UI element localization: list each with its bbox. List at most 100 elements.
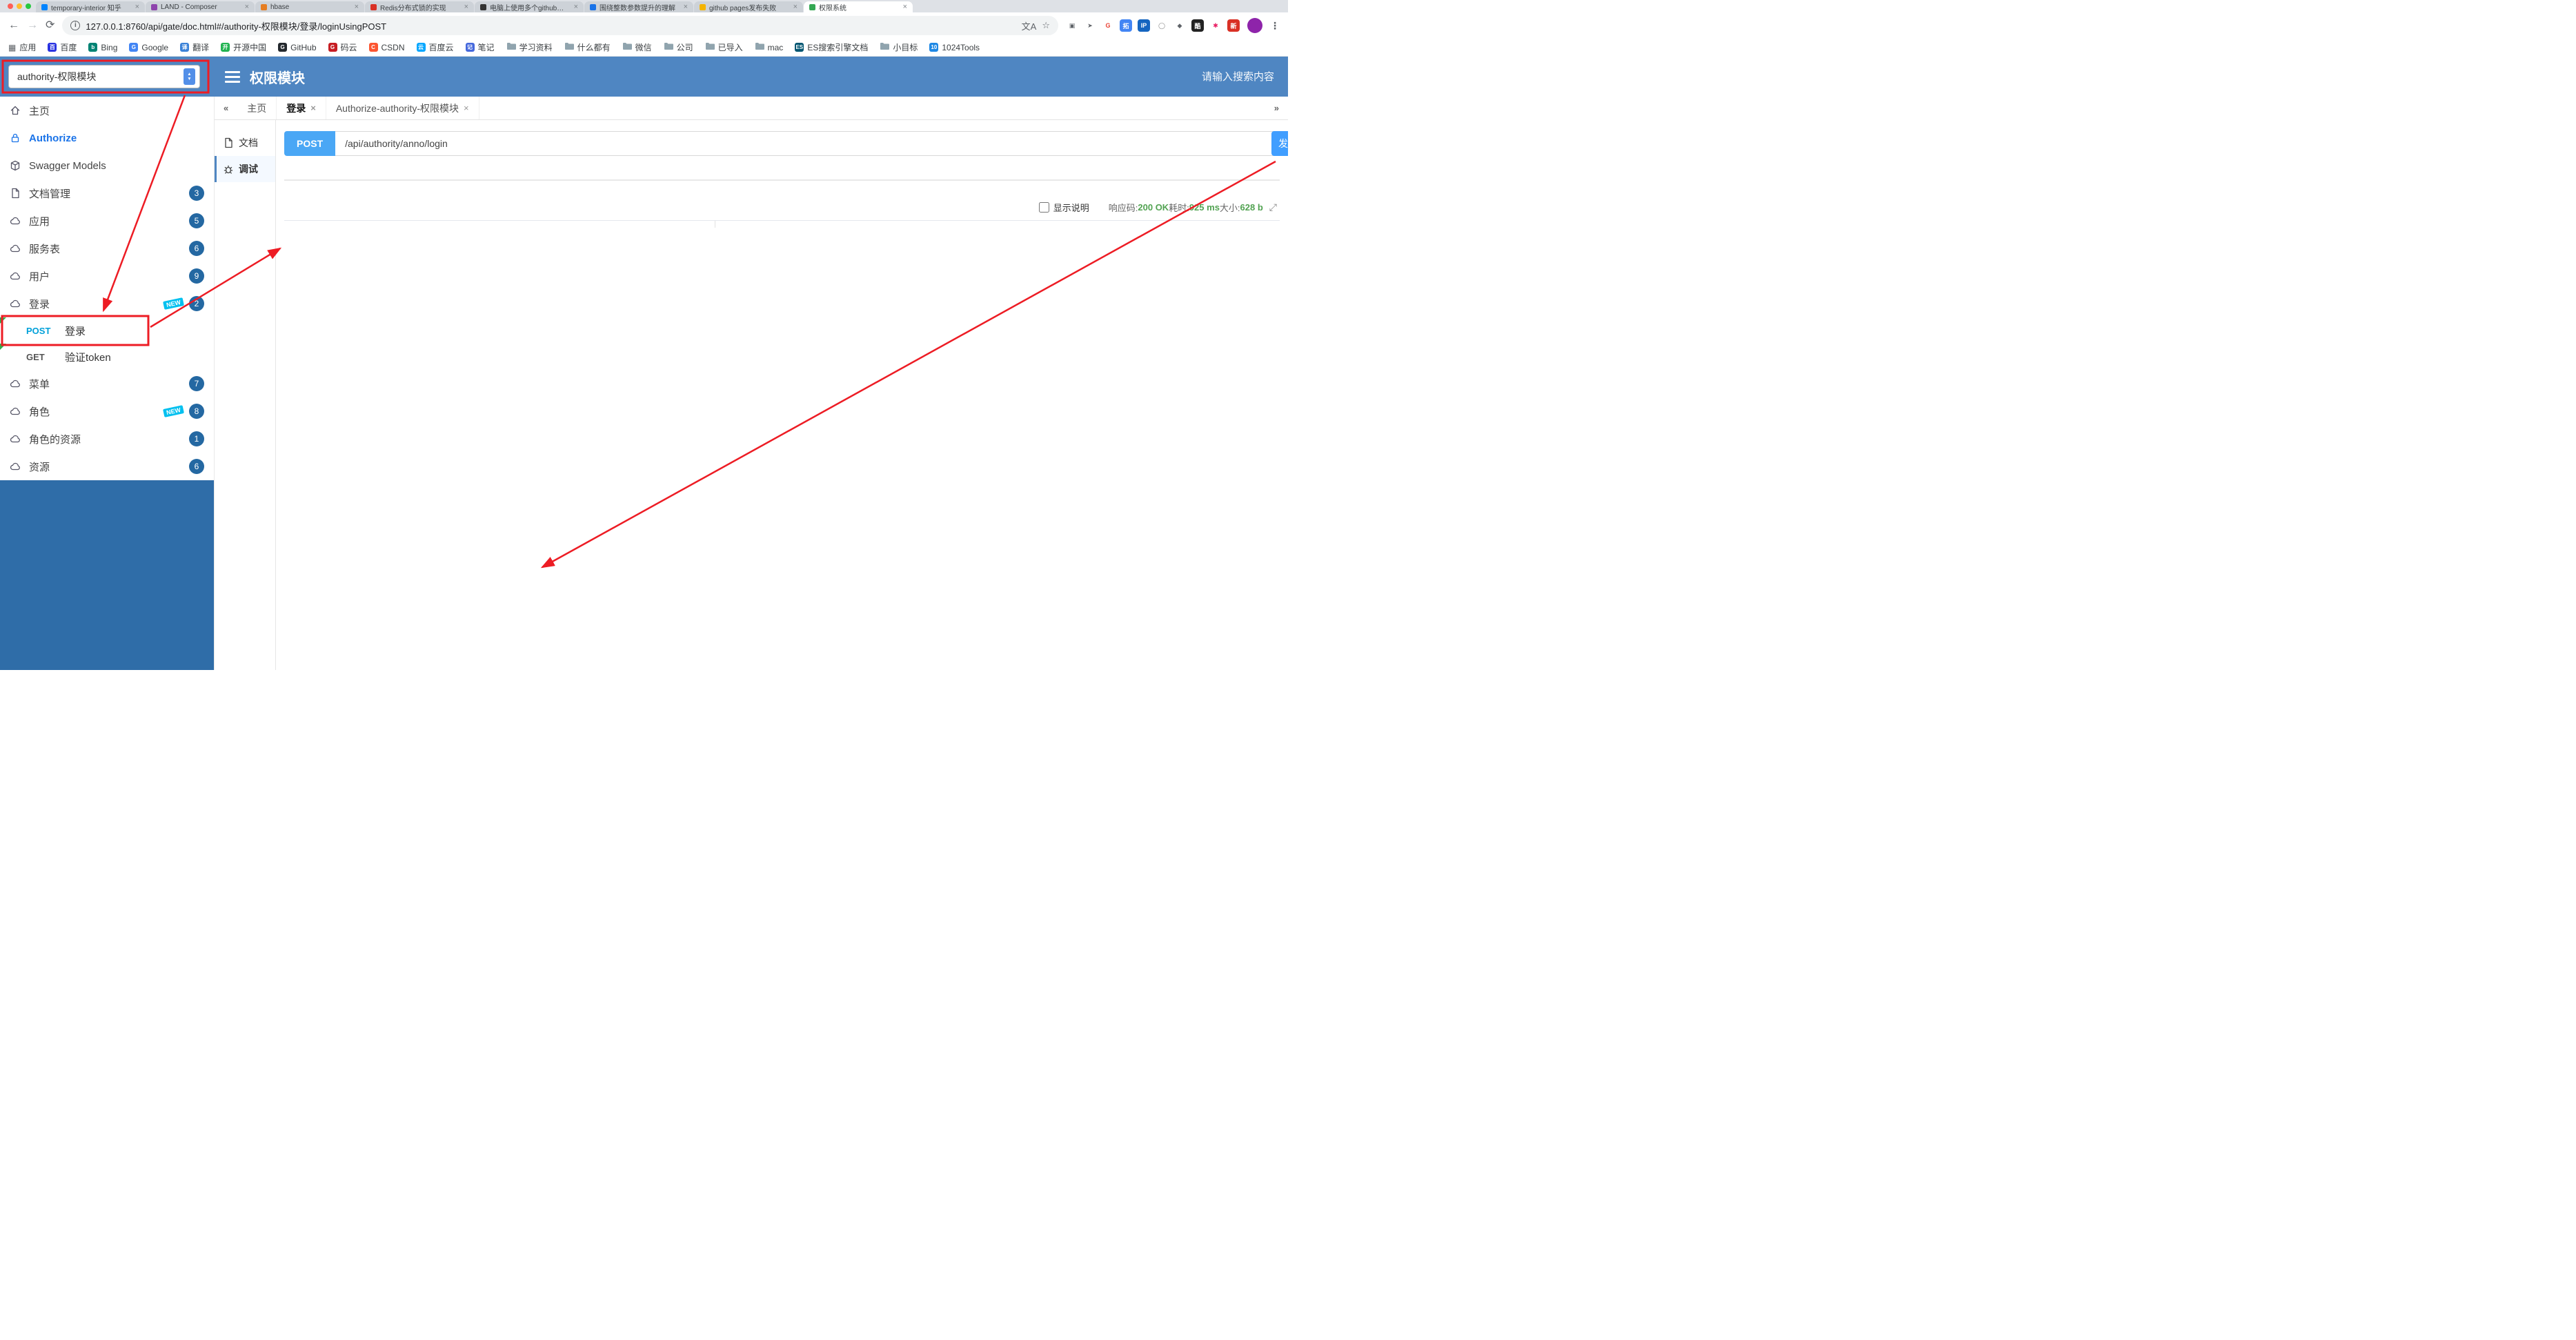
bookmark-item[interactable]: b Bing	[88, 43, 117, 52]
sidebar-item-菜单[interactable]: 菜单 7	[0, 370, 214, 397]
tab-close-icon[interactable]: ×	[793, 3, 797, 11]
tab-close-icon[interactable]: ×	[464, 3, 468, 11]
send-button[interactable]: 发送	[1271, 131, 1288, 156]
blue-ext-icon[interactable]: 拓	[1120, 19, 1132, 32]
browser-menu-icon[interactable]: ⋮	[1270, 20, 1280, 32]
shield-ext-icon[interactable]: ◆	[1173, 19, 1186, 32]
minimize-window-icon[interactable]	[17, 3, 22, 9]
cube-icon	[10, 160, 21, 171]
browser-tab[interactable]: hbase ×	[255, 1, 364, 12]
response-time-label: 耗时:	[1169, 203, 1189, 213]
bookmark-item[interactable]: 什么都有	[564, 41, 611, 53]
browser-tab[interactable]: Redis分布式锁的实现 ×	[365, 1, 474, 12]
folder-icon	[755, 42, 764, 52]
side-panel-icon[interactable]: ▣	[1066, 19, 1078, 32]
search-input[interactable]	[1117, 70, 1276, 83]
back-icon[interactable]: ←	[8, 20, 19, 31]
bookmark-item[interactable]: 公司	[664, 41, 693, 53]
sidebar-item-用户[interactable]: 用户 9	[0, 262, 214, 290]
tab-title: temporary-interior 知乎	[51, 4, 121, 12]
bookmark-item[interactable]: 学习资料	[506, 41, 553, 53]
bookmark-item[interactable]: mac	[755, 42, 783, 52]
page-title: 权限模块	[250, 70, 305, 86]
bookmark-item[interactable]: G GitHub	[278, 43, 317, 52]
bookmark-item[interactable]: 微信	[622, 41, 652, 53]
bookmark-item[interactable]: ▦ 应用	[8, 41, 36, 53]
bookmark-item[interactable]: 记笔记	[465, 41, 495, 53]
profile-avatar[interactable]	[1247, 18, 1262, 33]
browser-tab[interactable]: 围绕整数参数提升的理解 ×	[584, 1, 693, 12]
browser-tab[interactable]: github pages发布失败 ×	[694, 1, 803, 12]
collapse-sidebar-icon[interactable]: «	[215, 103, 237, 113]
bookmark-item[interactable]: 开开源中国	[221, 41, 266, 53]
fullscreen-icon[interactable]: ⤢	[1269, 201, 1277, 213]
sidebar-item-主页[interactable]: 主页	[0, 97, 214, 124]
sidebar-api-登录[interactable]: POST 登录	[0, 317, 214, 344]
browser-tab[interactable]: 电脑上使用多个github账号 ×	[475, 1, 584, 12]
bookmark-item[interactable]: ES ES搜索引擎文档	[795, 41, 868, 53]
tab-close-icon[interactable]: ×	[135, 3, 139, 11]
bookmark-item[interactable]: G Google	[129, 43, 168, 52]
tab-close-icon[interactable]: ×	[903, 3, 907, 11]
browser-tab[interactable]: LAND - Composer ×	[146, 1, 255, 12]
sidebar-api-验证token[interactable]: GET 验证token	[0, 344, 214, 370]
share-icon[interactable]: ➤	[1084, 19, 1096, 32]
bookmark-star-icon[interactable]: ☆	[1042, 20, 1050, 31]
bookmark-item[interactable]: G 码云	[328, 41, 357, 53]
tab-close-icon[interactable]: ×	[684, 3, 688, 11]
sidebar-item-文档管理[interactable]: 文档管理 3	[0, 179, 214, 207]
new-ext-icon[interactable]: 新	[1227, 19, 1240, 32]
ring-ext-icon[interactable]: ◯	[1156, 19, 1168, 32]
debug-panel: POST /api/authority/anno/login 发送 显示说明	[276, 120, 1288, 670]
bookmark-label: 开源中国	[233, 43, 267, 52]
translate-icon[interactable]: 文A	[1022, 19, 1037, 32]
bookmark-item[interactable]: 云百度云	[416, 41, 454, 53]
bookmark-item[interactable]: 10 1024Tools	[929, 43, 980, 52]
tab-close-icon[interactable]: ×	[464, 103, 469, 113]
url-text[interactable]: 127.0.0.1:8760/api/gate/doc.html#/author…	[86, 19, 1015, 32]
reload-icon[interactable]: ⟳	[46, 20, 55, 31]
url-bar[interactable]: i 127.0.0.1:8760/api/gate/doc.html#/auth…	[62, 16, 1058, 35]
sidebar-item-角色[interactable]: 角色 NEW 8	[0, 397, 214, 425]
show-description-checkbox[interactable]	[1038, 202, 1049, 213]
ku-ext-icon[interactable]: 酷	[1191, 19, 1204, 32]
tab-close-icon[interactable]: ×	[355, 3, 359, 11]
panel-tab-调试[interactable]: 调试	[215, 156, 275, 182]
tab-close-icon[interactable]: ×	[574, 3, 578, 11]
hamburger-icon[interactable]	[225, 70, 240, 83]
bookmark-item[interactable]: 百百度	[48, 41, 77, 53]
close-window-icon[interactable]	[8, 3, 13, 9]
doc-tab-主页[interactable]: 主页	[237, 97, 277, 119]
tab-title: LAND - Composer	[161, 3, 217, 11]
asterisk-ext-icon[interactable]: ✱	[1209, 19, 1222, 32]
expand-tabs-icon[interactable]: »	[1265, 103, 1288, 113]
panel-tab-文档[interactable]: 文档	[215, 130, 275, 156]
sidebar-item-应用[interactable]: 应用 5	[0, 207, 214, 235]
tab-close-icon[interactable]: ×	[245, 3, 249, 11]
ip-ext-icon[interactable]: IP	[1138, 19, 1150, 32]
bookmark-label: Google	[141, 42, 169, 52]
bookmark-item[interactable]: 译翻译	[180, 41, 209, 53]
tab-close-icon[interactable]: ×	[310, 103, 316, 113]
show-description-toggle[interactable]: 显示说明	[1038, 201, 1089, 214]
panel-tab-label: 调试	[239, 164, 258, 175]
sidebar-item-Authorize[interactable]: Authorize	[0, 124, 214, 152]
google-ext-icon[interactable]: G	[1102, 19, 1114, 32]
site-info-icon[interactable]: i	[70, 21, 81, 30]
bookmark-item[interactable]: C CSDN	[368, 42, 405, 52]
module-select[interactable]: authority-权限模块 ▲ ▼	[8, 65, 200, 88]
bookmark-item[interactable]: 已导入	[705, 41, 743, 53]
sidebar-item-资源[interactable]: 资源 6	[0, 453, 214, 480]
forward-icon[interactable]: →	[27, 20, 38, 31]
browser-tab[interactable]: 权限系统 ×	[804, 1, 913, 12]
doc-tab-登录[interactable]: 登录 ×	[277, 97, 326, 119]
sidebar-item-登录[interactable]: 登录 NEW 2	[0, 290, 214, 317]
bookmark-label: CSDN	[381, 42, 405, 52]
sidebar-item-服务表[interactable]: 服务表 6	[0, 235, 214, 262]
bookmark-item[interactable]: 小目标	[880, 41, 918, 53]
maximize-window-icon[interactable]	[26, 3, 31, 9]
sidebar-item-角色的资源[interactable]: 角色的资源 1	[0, 425, 214, 453]
sidebar-item-Swagger Models[interactable]: Swagger Models	[0, 152, 214, 179]
doc-tab-Authorize-authority-权限模块[interactable]: Authorize-authority-权限模块 ×	[326, 97, 479, 119]
browser-tab[interactable]: temporary-interior 知乎 ×	[36, 1, 145, 12]
